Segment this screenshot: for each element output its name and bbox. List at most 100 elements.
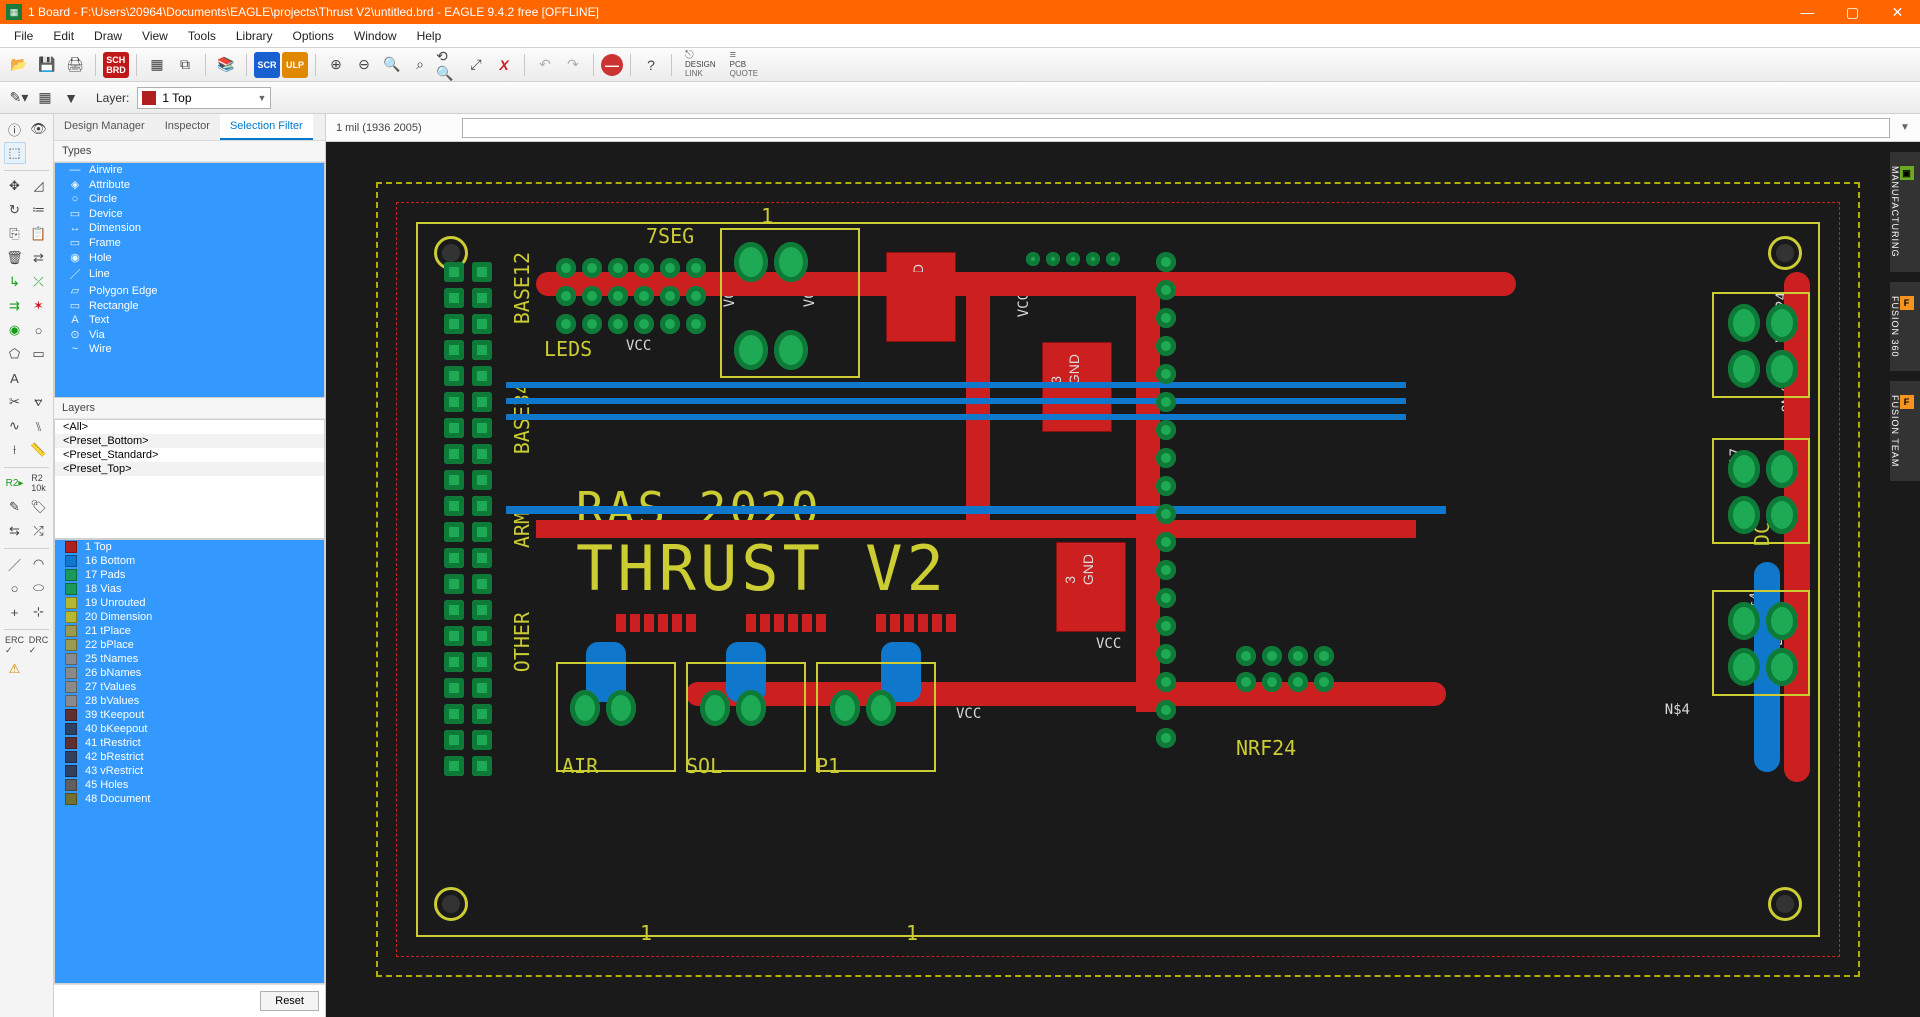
side-tab-inspector[interactable]: Inspector <box>155 114 220 140</box>
slice-tool-icon[interactable]: ⑊ <box>28 415 50 437</box>
drc-button[interactable]: DRC✓ <box>28 634 50 656</box>
layer-item[interactable]: 25 tNames <box>55 652 324 666</box>
fanout-tool-icon[interactable]: ✶ <box>28 295 50 317</box>
layers-icon[interactable]: ✎▾ <box>6 85 32 111</box>
via-tool-icon[interactable]: ◉ <box>4 319 26 341</box>
layer-item[interactable]: 28 bValues <box>55 694 324 708</box>
variables-icon[interactable]: X <box>491 52 517 78</box>
fusion-team-tab[interactable]: FFUSION TEAM <box>1890 381 1920 481</box>
errors-icon[interactable]: ⚠ <box>4 658 26 680</box>
menu-draw[interactable]: Draw <box>84 26 132 46</box>
layer-item[interactable]: 17 Pads <box>55 568 324 582</box>
save-icon[interactable]: 💾 <box>34 52 60 78</box>
cam-icon[interactable]: ▦ <box>144 52 170 78</box>
layer-item[interactable]: 43 vRestrict <box>55 764 324 778</box>
menu-file[interactable]: File <box>4 26 43 46</box>
layer-item[interactable]: 21 tPlace <box>55 624 324 638</box>
type-hole[interactable]: ◉Hole <box>55 250 324 265</box>
copy-tool-icon[interactable]: ⎘ <box>4 223 26 245</box>
layer-item[interactable]: 19 Unrouted <box>55 596 324 610</box>
type-wire[interactable]: ~Wire <box>55 342 324 356</box>
filter-icon[interactable]: ▼ <box>58 85 84 111</box>
pcb-canvas[interactable]: ▣MANUFACTURING FFUSION 360 FFUSION TEAM … <box>326 142 1920 1017</box>
zoom-out-icon[interactable]: ⊖ <box>351 52 377 78</box>
menu-window[interactable]: Window <box>344 26 407 46</box>
ulp-button[interactable]: ULP <box>282 52 308 78</box>
undo-icon[interactable]: ↶ <box>532 52 558 78</box>
menu-edit[interactable]: Edit <box>43 26 84 46</box>
layer-item[interactable]: 48 Document <box>55 792 324 806</box>
layer-item[interactable]: 20 Dimension <box>55 610 324 624</box>
menu-library[interactable]: Library <box>226 26 283 46</box>
zoom-fit-icon[interactable]: 🔍 <box>379 52 405 78</box>
circle-tool-icon[interactable]: ○ <box>4 577 26 599</box>
open-icon[interactable]: 📂 <box>6 52 32 78</box>
side-tab-selection-filter[interactable]: Selection Filter <box>220 114 313 140</box>
text-tool-icon[interactable]: A <box>4 367 26 389</box>
type-attribute[interactable]: ◈Attribute <box>55 177 324 192</box>
type-text[interactable]: AText <box>55 313 324 327</box>
select-tool-icon[interactable]: ⬚ <box>4 142 26 164</box>
preset-item[interactable]: <Preset_Standard> <box>55 448 324 462</box>
zoom-redraw-icon[interactable]: ⟲🔍 <box>435 52 461 78</box>
align-tool-icon[interactable]: ≔ <box>28 199 50 221</box>
type-polygon-edge[interactable]: ▱Polygon Edge <box>55 283 324 298</box>
library-icon[interactable]: 📚 <box>213 52 239 78</box>
arc-tool-icon[interactable]: ◠ <box>28 553 50 575</box>
maximize-button[interactable]: ▢ <box>1830 0 1875 24</box>
move-tool-icon[interactable]: ✥ <box>4 175 26 197</box>
zoom-in-icon[interactable]: ⊕ <box>323 52 349 78</box>
menu-help[interactable]: Help <box>407 26 452 46</box>
dimension-tool-icon[interactable]: ⟊ <box>4 439 26 461</box>
layer-item[interactable]: 26 bNames <box>55 666 324 680</box>
show-tool-icon[interactable]: 👁 <box>28 118 50 140</box>
preset-item[interactable]: <All> <box>55 420 324 434</box>
mark-tool-icon[interactable]: ⊹ <box>28 601 50 623</box>
miter-tool-icon[interactable]: ⦡ <box>28 391 50 413</box>
name-tool-icon[interactable]: 🏷 <box>28 496 50 518</box>
type-airwire[interactable]: —Airwire <box>55 163 324 177</box>
menu-options[interactable]: Options <box>283 26 344 46</box>
command-dropdown-icon[interactable]: ▼ <box>1896 122 1914 133</box>
script-button[interactable]: SCR <box>254 52 280 78</box>
menu-tools[interactable]: Tools <box>178 26 226 46</box>
split-tool-icon[interactable]: ✂ <box>4 391 26 413</box>
layer-item[interactable]: 22 bPlace <box>55 638 324 652</box>
type-via[interactable]: ⊙Via <box>55 327 324 342</box>
layer-dropdown[interactable]: 1 Top ▼ <box>137 87 271 109</box>
pinswap-tool-icon[interactable]: ⇆ <box>4 520 26 542</box>
zoom-select-icon[interactable]: ⤢ <box>463 52 489 78</box>
type-frame[interactable]: ▭Frame <box>55 235 324 250</box>
schematic-button[interactable]: SCHBRD <box>103 52 129 78</box>
fusion360-tab[interactable]: FFUSION 360 <box>1890 282 1920 372</box>
side-tab-design-manager[interactable]: Design Manager <box>54 114 155 140</box>
layer-list[interactable]: 1 Top16 Bottom17 Pads18 Vias19 Unrouted2… <box>54 539 325 984</box>
menu-view[interactable]: View <box>132 26 178 46</box>
attribute-tool-icon[interactable]: + <box>4 601 26 623</box>
line-tool-icon[interactable]: ／ <box>4 553 26 575</box>
ripup-tool-icon[interactable]: ⤫ <box>28 271 50 293</box>
route-tool-icon[interactable]: ↳ <box>4 271 26 293</box>
command-input[interactable] <box>462 118 1890 138</box>
type-line[interactable]: ／Line <box>55 265 324 283</box>
types-list[interactable]: —Airwire◈Attribute○Circle▭Device↔Dimensi… <box>54 162 325 398</box>
spline-tool-icon[interactable]: ⬭ <box>28 577 50 599</box>
value-tool-icon[interactable]: R210k <box>28 472 50 494</box>
smash-tool-icon[interactable]: ✎ <box>4 496 26 518</box>
reset-button[interactable]: Reset <box>260 991 319 1011</box>
layer-item[interactable]: 16 Bottom <box>55 554 324 568</box>
layer-item[interactable]: 1 Top <box>55 540 324 554</box>
preset-item[interactable]: <Preset_Top> <box>55 462 324 476</box>
help-icon[interactable]: ? <box>638 52 664 78</box>
layer-item[interactable]: 40 bKeepout <box>55 722 324 736</box>
hole-tool-icon[interactable]: ○ <box>28 319 50 341</box>
rotate-tool-icon[interactable]: ↻ <box>4 199 26 221</box>
type-circle[interactable]: ○Circle <box>55 192 324 206</box>
redo-icon[interactable]: ↷ <box>560 52 586 78</box>
manufacture-icon[interactable]: ⧉ <box>172 52 198 78</box>
layer-item[interactable]: 18 Vias <box>55 582 324 596</box>
print-icon[interactable]: 🖨 <box>62 52 88 78</box>
paste-tool-icon[interactable]: 📋 <box>28 223 50 245</box>
info-tool-icon[interactable]: ⓘ <box>4 118 26 140</box>
preset-item[interactable]: <Preset_Bottom> <box>55 434 324 448</box>
